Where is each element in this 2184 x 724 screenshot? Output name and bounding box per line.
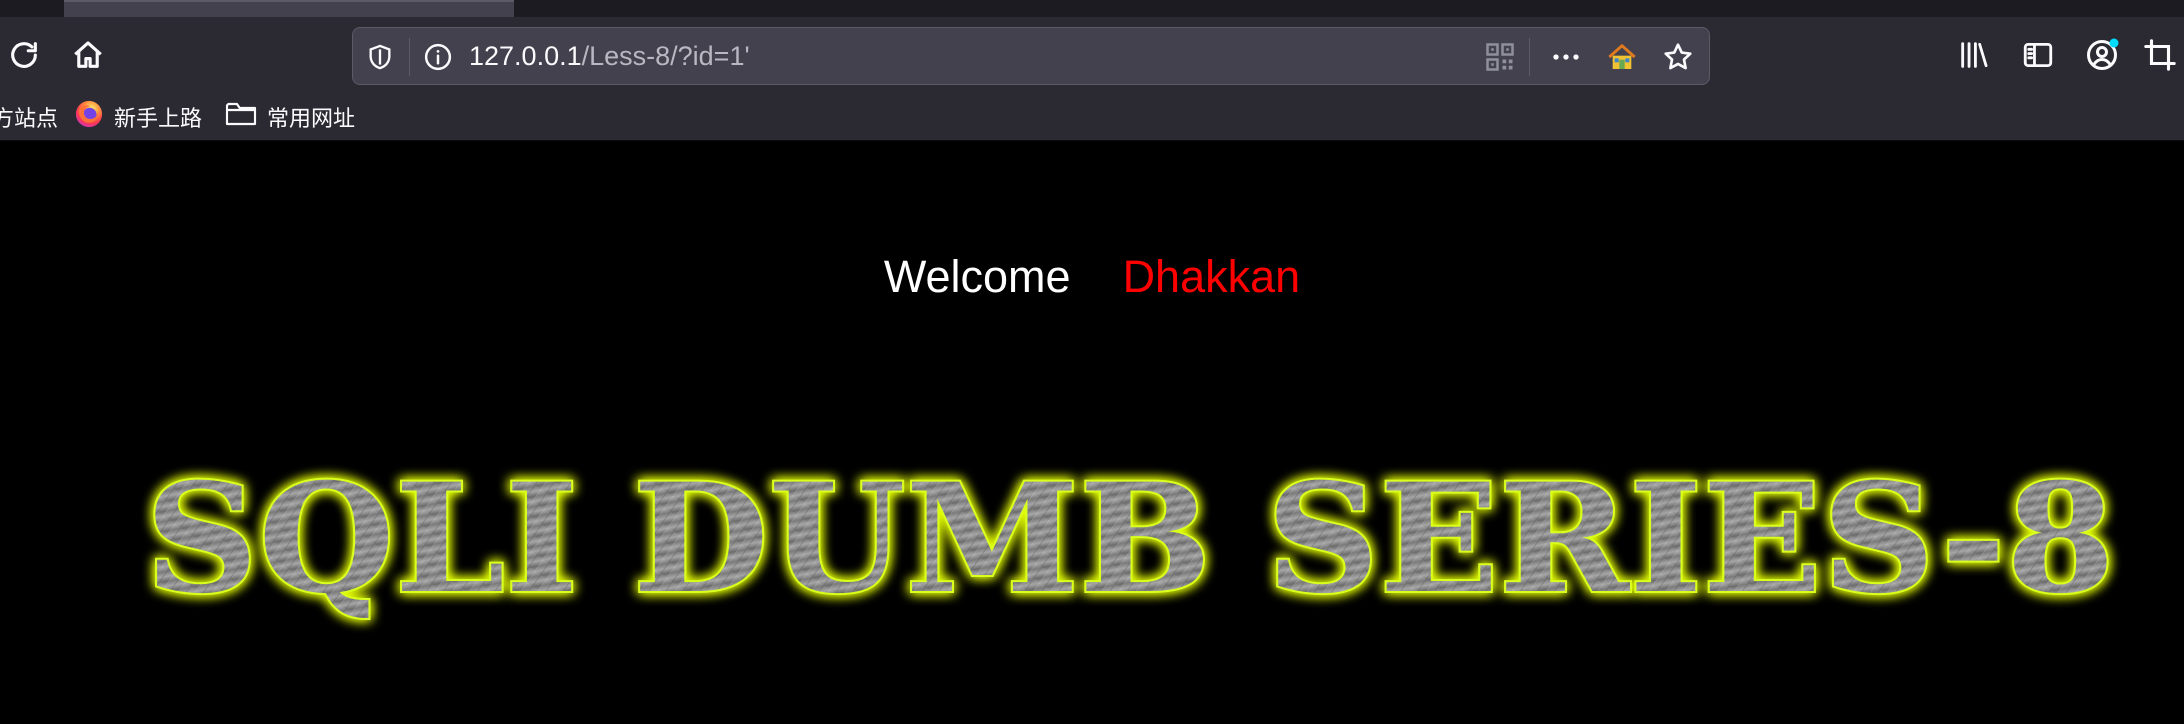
bookmark-star-icon[interactable] <box>1661 40 1695 74</box>
welcome-label: Welcome <box>883 251 1071 302</box>
library-icon[interactable] <box>1954 35 1994 75</box>
sqli-dumb-series-banner: SQLI DUMB SERIES-8 <box>143 449 2117 629</box>
bookmark-getting-started[interactable]: 新手上路 <box>74 99 202 135</box>
folder-icon <box>225 99 257 135</box>
navigation-toolbar: 127.0.0.1/Less-8/?id=1' <box>0 17 2184 95</box>
home-icon[interactable] <box>68 35 108 75</box>
bookmark-official-site[interactable]: 方站点 <box>0 99 58 135</box>
bookmark-label: 方站点 <box>0 106 59 131</box>
bookmarks-toolbar: 方站点 新手上路 常用网址 <box>0 95 2184 140</box>
sidebar-toggle-icon[interactable] <box>2018 35 2058 75</box>
firefox-logo-icon <box>74 99 104 135</box>
banner-text: SQLI DUMB SERIES-8 <box>145 451 2115 627</box>
tab-strip <box>0 0 2184 17</box>
active-tab[interactable] <box>64 0 514 17</box>
bookmark-label: 常用网址 <box>267 106 356 131</box>
home-page-extension-icon[interactable] <box>1605 40 1639 74</box>
browser-chrome: 127.0.0.1/Less-8/?id=1' 方站点 新手上路 常用网址 <box>0 0 2184 141</box>
welcome-message: Welcome Dhakkan <box>0 251 2184 303</box>
account-icon[interactable] <box>2082 35 2122 75</box>
tracking-protection-shield-icon[interactable] <box>363 40 397 74</box>
url-separator <box>1529 38 1530 76</box>
bookmark-folder-common-sites[interactable]: 常用网址 <box>225 99 355 135</box>
reload-icon[interactable] <box>4 35 44 75</box>
address-bar[interactable]: 127.0.0.1/Less-8/?id=1' <box>352 27 1710 85</box>
site-info-icon[interactable] <box>421 40 455 74</box>
url-path: /Less-8/?id=1' <box>581 41 750 71</box>
url-text[interactable]: 127.0.0.1/Less-8/?id=1' <box>469 28 750 84</box>
page-actions-more-icon[interactable] <box>1549 40 1583 74</box>
screenshot-crop-icon[interactable] <box>2140 35 2180 75</box>
bookmark-label: 新手上路 <box>114 106 203 131</box>
url-separator <box>409 38 410 76</box>
url-host: 127.0.0.1 <box>469 41 582 71</box>
qr-code-icon[interactable] <box>1483 40 1517 74</box>
user-name: Dhakkan <box>1122 251 1301 302</box>
page-content: Welcome Dhakkan SQLI DUMB SERIES-8 <box>0 141 2184 724</box>
